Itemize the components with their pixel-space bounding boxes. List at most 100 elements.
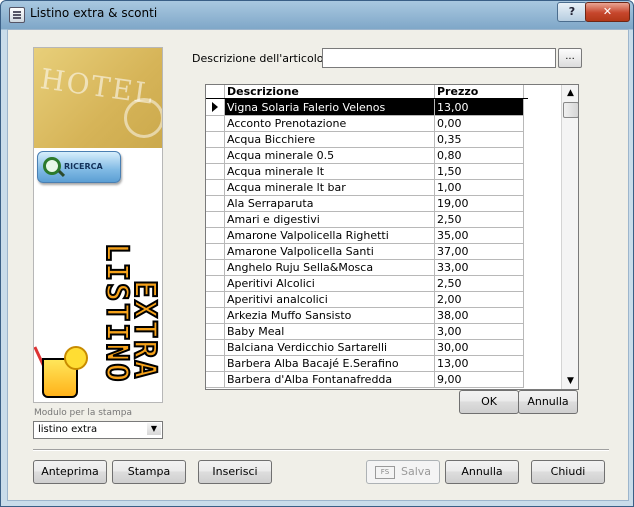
- row-selector[interactable]: [206, 259, 225, 276]
- cell-descrizione[interactable]: Balciana Verdicchio Sartarelli: [224, 339, 435, 356]
- scroll-down-icon[interactable]: ▼: [562, 373, 578, 389]
- row-selector[interactable]: [206, 131, 225, 148]
- table-row[interactable]: Aperitivi analcolici 2,00: [206, 291, 528, 308]
- column-header-descrizione[interactable]: Descrizione: [224, 85, 435, 99]
- row-selector[interactable]: [206, 179, 225, 196]
- cell-prezzo[interactable]: 2,50: [434, 275, 524, 292]
- description-input[interactable]: [322, 48, 556, 68]
- row-selector[interactable]: [206, 195, 225, 212]
- cell-prezzo[interactable]: 35,00: [434, 227, 524, 244]
- help-button[interactable]: ?: [557, 2, 587, 22]
- cell-prezzo[interactable]: 2,00: [434, 291, 524, 308]
- cell-prezzo[interactable]: 30,00: [434, 339, 524, 356]
- cell-descrizione[interactable]: Amari e digestivi: [224, 211, 435, 228]
- table-row[interactable]: Barbera d'Alba Fontanafredda 9,00: [206, 371, 528, 388]
- cell-descrizione[interactable]: Arkezia Muffo Sansisto: [224, 307, 435, 324]
- row-selector[interactable]: [206, 98, 225, 116]
- row-selector[interactable]: [206, 147, 225, 164]
- cell-prezzo[interactable]: 3,00: [434, 323, 524, 340]
- table-row[interactable]: Barbera Alba Bacajé E.Serafino 13,00: [206, 355, 528, 372]
- cell-descrizione[interactable]: Anghelo Ruju Sella&Mosca: [224, 259, 435, 276]
- row-selector[interactable]: [206, 323, 225, 340]
- cell-descrizione[interactable]: Ala Serraparuta: [224, 195, 435, 212]
- window-icon: [9, 7, 25, 23]
- cell-prezzo[interactable]: 38,00: [434, 307, 524, 324]
- table-row[interactable]: Acqua minerale lt 1,50: [206, 163, 528, 180]
- magnifier-icon: [43, 157, 61, 175]
- cell-descrizione[interactable]: Baby Meal: [224, 323, 435, 340]
- table-row[interactable]: Acqua minerale lt bar 1,00: [206, 179, 528, 196]
- ricerca-button[interactable]: RICERCA: [37, 151, 121, 183]
- print-module-value: listino extra: [38, 424, 98, 435]
- row-selector[interactable]: [206, 227, 225, 244]
- cell-prezzo[interactable]: 13,00: [434, 355, 524, 372]
- cell-descrizione[interactable]: Acqua minerale 0.5: [224, 147, 435, 164]
- close-window-button[interactable]: ✕: [585, 2, 630, 22]
- cell-descrizione[interactable]: Acqua Bicchiere: [224, 131, 435, 148]
- row-selector[interactable]: [206, 115, 225, 132]
- row-selector[interactable]: [206, 371, 225, 388]
- row-selector[interactable]: [206, 355, 225, 372]
- ok-button[interactable]: OK: [459, 390, 519, 414]
- cell-descrizione[interactable]: Acconto Prenotazione: [224, 115, 435, 132]
- cell-prezzo[interactable]: 1,00: [434, 179, 524, 196]
- cell-descrizione[interactable]: Barbera d'Alba Fontanafredda: [224, 371, 435, 388]
- grid-vertical-scrollbar[interactable]: ▲ ▼: [561, 85, 578, 389]
- salva-button[interactable]: FS Salva: [366, 460, 440, 484]
- table-row[interactable]: Ala Serraparuta 19,00: [206, 195, 528, 212]
- cell-descrizione[interactable]: Acqua minerale lt bar: [224, 179, 435, 196]
- table-row[interactable]: Vigna Solaria Falerio Velenos 13,00: [206, 98, 528, 116]
- cell-descrizione[interactable]: Aperitivi analcolici: [224, 291, 435, 308]
- cell-prezzo[interactable]: 19,00: [434, 195, 524, 212]
- cell-descrizione[interactable]: Acqua minerale lt: [224, 163, 435, 180]
- cell-descrizione[interactable]: Barbera Alba Bacajé E.Serafino: [224, 355, 435, 372]
- cell-prezzo[interactable]: 0,80: [434, 147, 524, 164]
- articles-grid[interactable]: Descrizione Prezzo Vigna Solaria Falerio V…: [205, 84, 579, 390]
- cell-descrizione[interactable]: Aperitivi Alcolici: [224, 275, 435, 292]
- row-selector[interactable]: [206, 243, 225, 260]
- anteprima-button[interactable]: Anteprima: [33, 460, 107, 484]
- title-bar[interactable]: Listino extra & sconti ? ✕: [1, 1, 633, 27]
- table-row[interactable]: Balciana Verdicchio Sartarelli 30,00: [206, 339, 528, 356]
- table-row[interactable]: Acqua minerale 0.5 0,80: [206, 147, 528, 164]
- annulla-dialog-button[interactable]: Annulla: [518, 390, 578, 414]
- table-row[interactable]: Anghelo Ruju Sella&Mosca 33,00: [206, 259, 528, 276]
- cell-descrizione[interactable]: Amarone Valpolicella Santi: [224, 243, 435, 260]
- cell-prezzo[interactable]: 13,00: [434, 98, 524, 116]
- table-row[interactable]: Acqua Bicchiere 0,35: [206, 131, 528, 148]
- table-row[interactable]: Amarone Valpolicella Santi 37,00: [206, 243, 528, 260]
- cell-prezzo[interactable]: 33,00: [434, 259, 524, 276]
- cell-descrizione[interactable]: Vigna Solaria Falerio Velenos: [224, 98, 435, 116]
- cell-prezzo[interactable]: 0,00: [434, 115, 524, 132]
- cell-prezzo[interactable]: 1,50: [434, 163, 524, 180]
- inserisci-button[interactable]: Inserisci: [198, 460, 272, 484]
- stampa-button[interactable]: Stampa: [112, 460, 186, 484]
- table-row[interactable]: Aperitivi Alcolici 2,50: [206, 275, 528, 292]
- table-row[interactable]: Arkezia Muffo Sansisto 38,00: [206, 307, 528, 324]
- row-selector[interactable]: [206, 211, 225, 228]
- row-selector[interactable]: [206, 275, 225, 292]
- chiudi-button[interactable]: Chiudi: [531, 460, 605, 484]
- scroll-up-icon[interactable]: ▲: [562, 85, 578, 101]
- table-row[interactable]: Baby Meal 3,00: [206, 323, 528, 340]
- browse-button[interactable]: ...: [558, 48, 582, 68]
- print-module-select[interactable]: listino extra ▼: [33, 421, 163, 439]
- table-row[interactable]: Amari e digestivi 2,50: [206, 211, 528, 228]
- articles-table: Descrizione Prezzo Vigna Solaria Falerio V…: [206, 85, 528, 388]
- grid-corner-cell: [206, 85, 225, 99]
- table-row[interactable]: Amarone Valpolicella Righetti 35,00: [206, 227, 528, 244]
- row-selector[interactable]: [206, 307, 225, 324]
- scroll-thumb[interactable]: [563, 102, 578, 118]
- row-selector[interactable]: [206, 291, 225, 308]
- cell-prezzo[interactable]: 0,35: [434, 131, 524, 148]
- column-header-prezzo[interactable]: Prezzo: [434, 85, 524, 99]
- table-row[interactable]: Acconto Prenotazione 0,00: [206, 115, 528, 132]
- chevron-down-icon[interactable]: ▼: [147, 423, 161, 435]
- cell-prezzo[interactable]: 9,00: [434, 371, 524, 388]
- row-selector[interactable]: [206, 339, 225, 356]
- cell-prezzo[interactable]: 37,00: [434, 243, 524, 260]
- row-selector[interactable]: [206, 163, 225, 180]
- annulla-button[interactable]: Annulla: [445, 460, 519, 484]
- cell-prezzo[interactable]: 2,50: [434, 211, 524, 228]
- cell-descrizione[interactable]: Amarone Valpolicella Righetti: [224, 227, 435, 244]
